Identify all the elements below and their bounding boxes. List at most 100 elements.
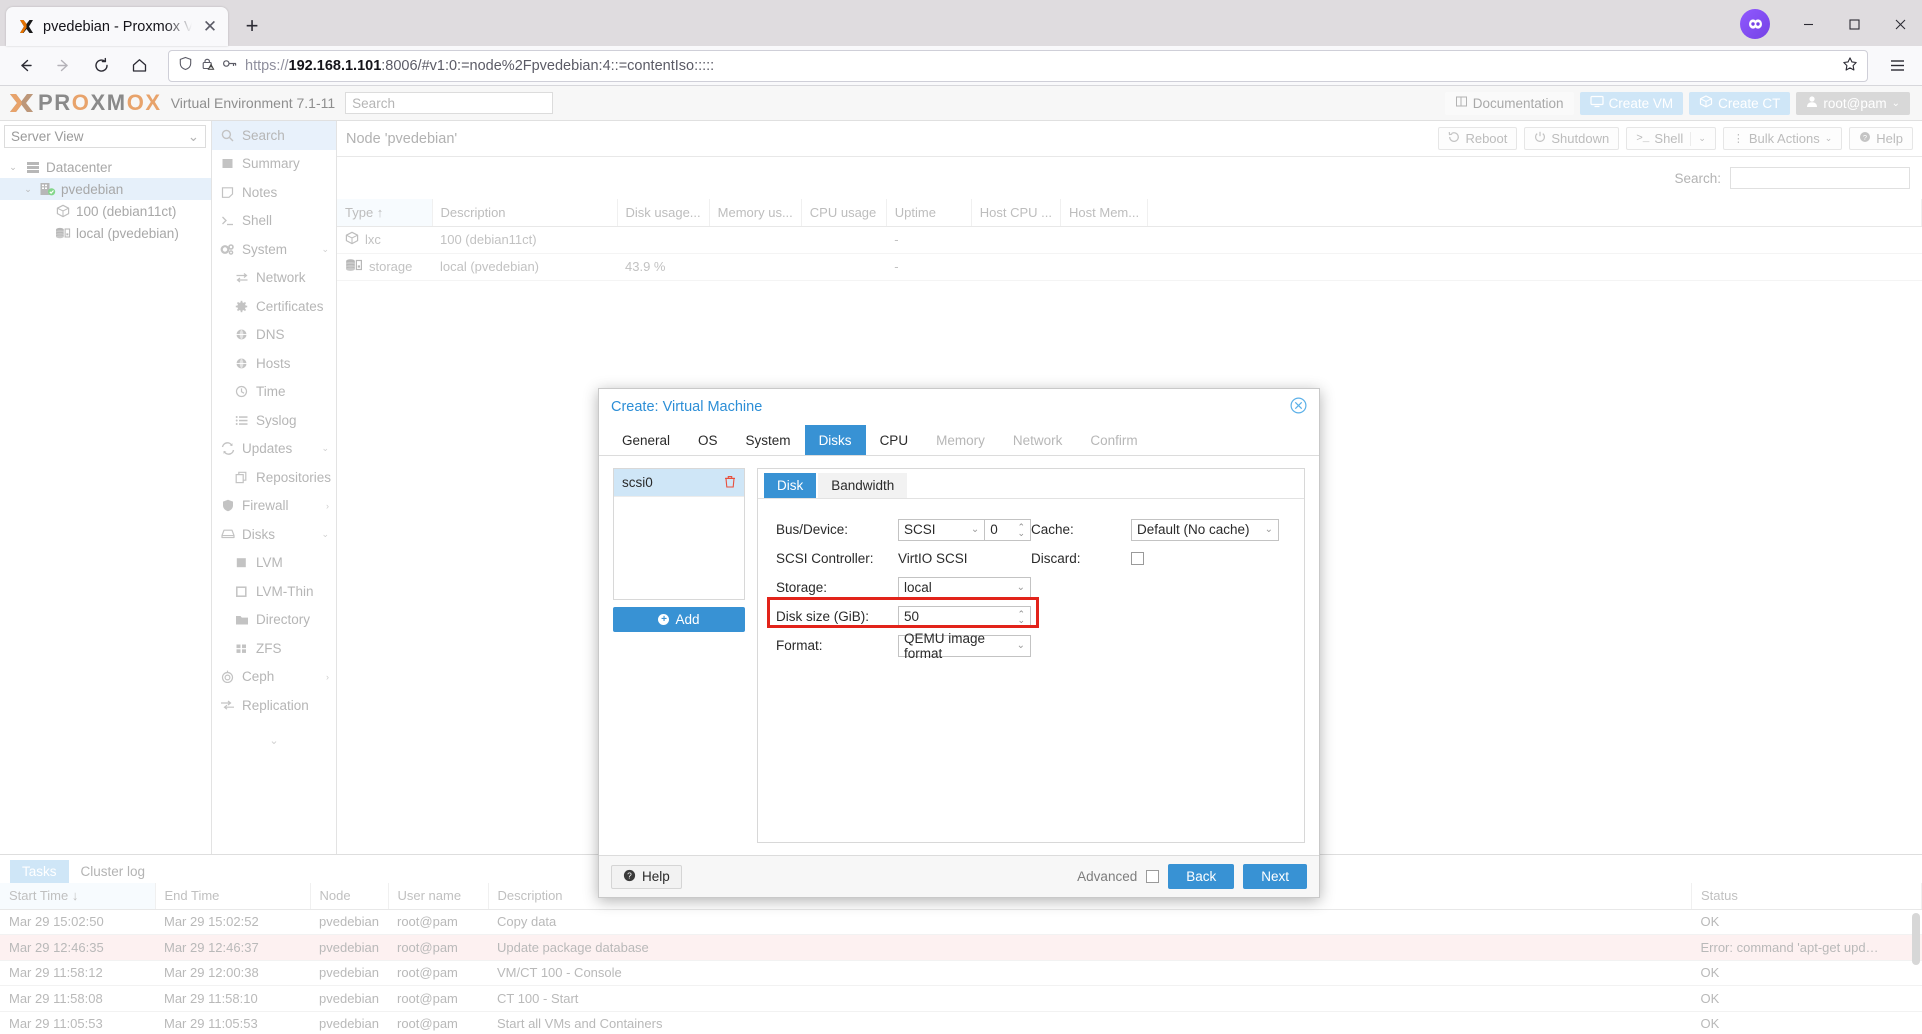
node-menu-item-system[interactable]: System⌄ — [212, 235, 336, 264]
task-col-status[interactable]: Status — [1692, 883, 1922, 909]
task-col-start-time[interactable]: Start Time ↓ — [0, 883, 155, 909]
bus-device-index-stepper[interactable]: 0 ⌃⌄ — [984, 519, 1031, 541]
content-search-input[interactable] — [1730, 167, 1910, 189]
close-icon[interactable] — [1290, 397, 1307, 417]
permission-key-icon[interactable] — [222, 56, 238, 75]
back-button-icon[interactable] — [8, 50, 42, 82]
dialog-help-button[interactable]: ? Help — [611, 865, 682, 889]
node-menu-item-directory[interactable]: Directory — [212, 606, 336, 635]
create-ct-button[interactable]: Create CT — [1689, 92, 1790, 115]
dialog-tab-general[interactable]: General — [608, 425, 684, 455]
tree-item-datacenter[interactable]: ⌄Datacenter — [0, 156, 211, 178]
content-col-description[interactable]: Description — [432, 199, 617, 226]
bulk-actions-button[interactable]: ⋮ Bulk Actions ⌄ — [1723, 127, 1842, 150]
node-menu-item-repositories[interactable]: Repositories — [212, 463, 336, 492]
disk-list-item[interactable]: scsi0 — [614, 469, 744, 496]
stepper-arrows-icon[interactable]: ⌃⌄ — [1009, 524, 1025, 536]
node-menu-item-lvm-thin[interactable]: LVM-Thin — [212, 577, 336, 606]
table-row[interactable]: Mar 29 11:05:53Mar 29 11:05:53pvedebianr… — [0, 1011, 1922, 1034]
url-bar[interactable]: https://192.168.1.101:8006/#v1:0:=node%2… — [168, 50, 1868, 82]
firefox-account-avatar[interactable] — [1740, 9, 1770, 39]
format-select[interactable]: QEMU image format ⌄ — [898, 635, 1031, 657]
trash-icon[interactable] — [724, 475, 736, 491]
shutdown-button[interactable]: Shutdown — [1524, 127, 1619, 150]
tree-item-pvedebian[interactable]: ⌄pvedebian — [0, 178, 211, 200]
new-tab-button[interactable]: + — [234, 8, 270, 44]
expand-arrow-icon[interactable]: ⌄ — [321, 529, 336, 540]
table-row[interactable]: lxc100 (debian11ct)- — [337, 226, 1922, 253]
task-col-node[interactable]: Node — [310, 883, 388, 909]
node-menu-item-lvm[interactable]: LVM — [212, 549, 336, 578]
storage-select[interactable]: local ⌄ — [898, 577, 1031, 599]
content-col-uptime[interactable]: Uptime — [886, 199, 971, 226]
disk-subtab-bandwidth[interactable]: Bandwidth — [818, 473, 907, 498]
task-tab-cluster-log[interactable]: Cluster log — [69, 860, 158, 883]
task-col-end-time[interactable]: End Time — [155, 883, 310, 909]
task-table-scrollbar[interactable] — [1912, 913, 1920, 965]
node-menu-item-certificates[interactable]: Certificates — [212, 292, 336, 321]
content-col-blank[interactable] — [1148, 199, 1922, 226]
node-menu-item-network[interactable]: Network — [212, 264, 336, 293]
node-menu-item-firewall[interactable]: Firewall› — [212, 492, 336, 521]
browser-menu-button[interactable] — [1880, 50, 1914, 82]
content-col-type[interactable]: Type ↑ — [337, 199, 432, 226]
home-button-icon[interactable] — [122, 50, 156, 82]
content-col-host-cpu[interactable]: Host CPU ... — [971, 199, 1060, 226]
lock-warning-icon[interactable] — [200, 56, 215, 75]
table-row[interactable]: Mar 29 11:58:08Mar 29 11:58:10pvedebianr… — [0, 986, 1922, 1012]
table-row[interactable]: storagelocal (pvedebian)43.9 %- — [337, 253, 1922, 280]
back-button[interactable]: Back — [1168, 864, 1234, 889]
dialog-tab-disks[interactable]: Disks — [805, 425, 866, 455]
help-button[interactable]: ? Help — [1849, 127, 1913, 150]
cache-select[interactable]: Default (No cache) ⌄ — [1131, 519, 1279, 541]
node-menu-item-summary[interactable]: Summary — [212, 150, 336, 179]
chevron-down-icon[interactable]: ⌄ — [1698, 133, 1706, 144]
create-vm-button[interactable]: Create VM — [1580, 92, 1684, 115]
tree-item-local-pvedebian[interactable]: local (pvedebian) — [0, 222, 211, 244]
view-selector[interactable]: Server View ⌄ — [4, 125, 206, 148]
node-menu-item-shell[interactable]: Shell — [212, 207, 336, 236]
next-button[interactable]: Next — [1243, 864, 1307, 889]
add-disk-button[interactable]: + Add — [613, 607, 745, 632]
node-menu-item-replication[interactable]: Replication — [212, 691, 336, 720]
disk-size-input[interactable]: 50 ⌃⌄ — [898, 606, 1031, 628]
content-col-cpu-usage[interactable]: CPU usage — [801, 199, 886, 226]
chevron-down-icon[interactable]: ⌄ — [1825, 133, 1833, 144]
reload-button-icon[interactable] — [84, 50, 118, 82]
browser-tab[interactable]: pvedebian - Proxmox Virt ✕ — [6, 7, 228, 46]
node-menu-item-ceph[interactable]: Ceph› — [212, 663, 336, 692]
url-text[interactable]: https://192.168.1.101:8006/#v1:0:=node%2… — [245, 58, 1835, 74]
dialog-tab-system[interactable]: System — [732, 425, 805, 455]
reboot-button[interactable]: Reboot — [1438, 127, 1517, 150]
node-menu-item-time[interactable]: Time — [212, 378, 336, 407]
forward-button-icon[interactable] — [46, 50, 80, 82]
node-menu-item-updates[interactable]: Updates⌄ — [212, 435, 336, 464]
window-close-button[interactable] — [1878, 6, 1922, 42]
table-row[interactable]: Mar 29 11:58:12Mar 29 12:00:38pvedebianr… — [0, 960, 1922, 986]
window-minimize-button[interactable] — [1786, 6, 1830, 42]
tree-item-100-debian11ct[interactable]: 100 (debian11ct) — [0, 200, 211, 222]
expand-arrow-icon[interactable]: ⌄ — [321, 244, 336, 255]
disk-subtab-disk[interactable]: Disk — [764, 473, 816, 498]
dialog-tab-cpu[interactable]: CPU — [866, 425, 923, 455]
node-menu-item-disks[interactable]: Disks⌄ — [212, 520, 336, 549]
tab-close-icon[interactable]: ✕ — [200, 17, 220, 37]
content-col-disk-usage[interactable]: Disk usage... — [617, 199, 709, 226]
discard-checkbox[interactable] — [1131, 552, 1144, 565]
node-menu-item-notes[interactable]: Notes — [212, 178, 336, 207]
window-maximize-button[interactable] — [1832, 6, 1876, 42]
content-col-memory-us[interactable]: Memory us... — [709, 199, 801, 226]
bus-device-select[interactable]: SCSI ⌄ — [898, 519, 985, 541]
stepper-arrows-icon[interactable]: ⌃⌄ — [1009, 611, 1025, 623]
expand-arrow-icon[interactable]: › — [326, 501, 336, 511]
node-menu-item-syslog[interactable]: Syslog — [212, 406, 336, 435]
shield-icon[interactable] — [178, 56, 193, 75]
dialog-tab-os[interactable]: OS — [684, 425, 732, 455]
table-row[interactable]: Mar 29 12:46:35Mar 29 12:46:37pvedebianr… — [0, 935, 1922, 961]
advanced-checkbox[interactable] — [1146, 870, 1159, 883]
node-menu-item-search[interactable]: Search — [212, 121, 336, 150]
node-menu-item-dns[interactable]: DNS — [212, 321, 336, 350]
node-menu-item-hosts[interactable]: Hosts — [212, 349, 336, 378]
task-tab-tasks[interactable]: Tasks — [10, 860, 69, 883]
documentation-button[interactable]: Documentation — [1445, 92, 1574, 115]
